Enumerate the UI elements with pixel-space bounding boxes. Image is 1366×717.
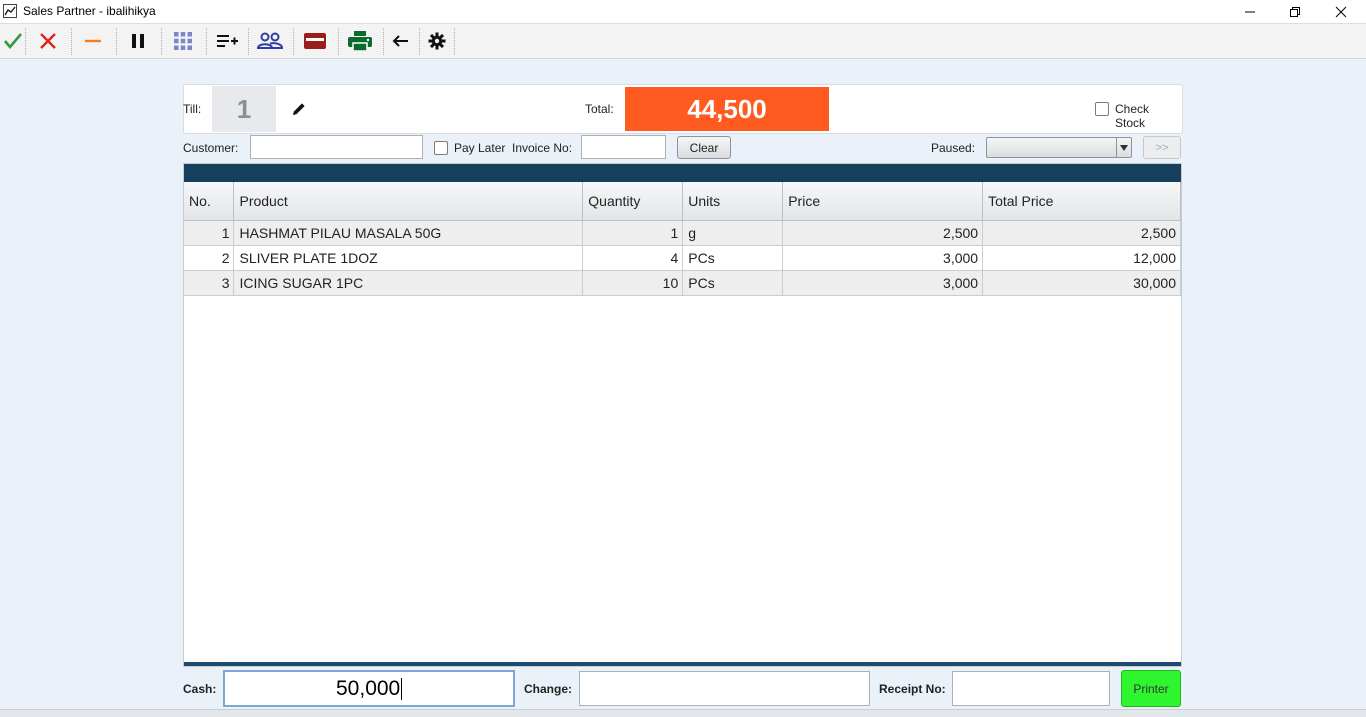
check-stock-checkbox[interactable] xyxy=(1095,102,1109,116)
row-product: ICING SUGAR 1PC xyxy=(233,270,584,296)
clear-button[interactable]: Clear xyxy=(677,136,731,159)
products-grid-button[interactable] xyxy=(166,28,200,54)
row-units: g xyxy=(682,220,784,246)
change-field[interactable] xyxy=(579,671,870,706)
paused-select[interactable] xyxy=(986,137,1132,158)
row-price: 3,000 xyxy=(782,270,984,296)
card-payment-button[interactable] xyxy=(298,28,332,54)
customers-icon xyxy=(257,32,283,49)
column-header-total-price[interactable]: Total Price xyxy=(982,182,1181,221)
sales-panel: Till: 1 Total: 44,500 Check Stock Custom… xyxy=(0,59,1366,709)
row-units: PCs xyxy=(682,245,784,271)
text-caret xyxy=(401,677,403,700)
cash-value: 50,000 xyxy=(336,676,401,700)
close-window-button[interactable] xyxy=(1318,0,1364,23)
add-to-list-button[interactable] xyxy=(210,28,244,54)
customers-button[interactable] xyxy=(253,28,287,54)
invoice-input[interactable] xyxy=(581,135,666,159)
printer-button[interactable]: Printer xyxy=(1121,670,1181,707)
grid-footer-band xyxy=(184,662,1181,666)
return-button[interactable] xyxy=(384,28,418,54)
check-stock-label: Check Stock xyxy=(1115,102,1150,130)
table-header-row: No. Product Quantity Units Price Total P… xyxy=(184,182,1181,221)
restore-button[interactable] xyxy=(1272,0,1318,23)
column-header-units[interactable]: Units xyxy=(682,182,784,221)
toolbar xyxy=(0,24,1366,59)
row-no: 2 xyxy=(184,245,235,271)
edit-till-button[interactable] xyxy=(291,101,307,117)
settings-icon xyxy=(428,32,446,50)
title-bar: Sales Partner - ibalihikya xyxy=(0,0,1366,24)
till-total-panel: Till: 1 Total: 44,500 Check Stock xyxy=(183,84,1183,134)
minus-icon xyxy=(85,39,101,43)
pause-sale-button[interactable] xyxy=(121,28,155,54)
column-header-product[interactable]: Product xyxy=(233,182,584,221)
row-total-price: 12,000 xyxy=(982,245,1181,271)
restore-icon xyxy=(1290,6,1300,17)
pencil-icon xyxy=(293,103,305,115)
customer-input[interactable] xyxy=(250,135,423,159)
row-quantity[interactable]: 4 xyxy=(582,245,684,271)
receipt-no-label: Receipt No: xyxy=(879,682,946,696)
column-header-price[interactable]: Price xyxy=(782,182,984,221)
pay-later-checkbox[interactable] xyxy=(434,141,448,155)
invoice-label: Invoice No: xyxy=(512,141,573,155)
app-chart-icon xyxy=(3,4,17,18)
receipt-no-input[interactable] xyxy=(952,671,1110,706)
row-quantity[interactable]: 1 xyxy=(582,220,684,246)
table-row[interactable]: 1 HASHMAT PILAU MASALA 50G 1 g 2,500 2,5… xyxy=(184,220,1181,246)
print-button[interactable] xyxy=(343,28,377,54)
customer-label: Customer: xyxy=(183,141,239,155)
cancel-sale-button[interactable] xyxy=(31,28,65,54)
minimize-button[interactable] xyxy=(1227,0,1273,23)
settings-button[interactable] xyxy=(420,28,454,54)
table-row[interactable]: 2 SLIVER PLATE 1DOZ 4 PCs 3,000 12,000 xyxy=(184,245,1181,271)
pay-later-label: Pay Later xyxy=(454,141,506,155)
remove-item-button[interactable] xyxy=(76,28,110,54)
till-label: Till: xyxy=(183,102,202,116)
grid-header-band xyxy=(184,164,1181,182)
cash-label: Cash: xyxy=(183,682,217,696)
total-label: Total: xyxy=(585,102,614,116)
row-price: 3,000 xyxy=(782,245,984,271)
till-number: 1 xyxy=(212,86,276,132)
cancel-icon xyxy=(40,33,56,49)
column-header-quantity[interactable]: Quantity xyxy=(582,182,684,221)
sale-items-table: No. Product Quantity Units Price Total P… xyxy=(184,182,1181,296)
resume-paused-button[interactable]: >> xyxy=(1143,136,1181,159)
row-quantity[interactable]: 10 xyxy=(582,270,684,296)
print-icon xyxy=(348,31,372,51)
cash-input[interactable]: 50,000 xyxy=(223,670,515,707)
column-header-no[interactable]: No. xyxy=(184,182,235,221)
row-total-price: 30,000 xyxy=(982,270,1181,296)
grid-icon xyxy=(174,32,192,50)
close-window-icon xyxy=(1335,6,1347,17)
row-total-price: 2,500 xyxy=(982,220,1181,246)
window-title: Sales Partner - ibalihikya xyxy=(23,4,156,18)
paused-label: Paused: xyxy=(931,141,976,155)
row-no: 1 xyxy=(184,220,235,246)
table-row[interactable]: 3 ICING SUGAR 1PC 10 PCs 3,000 30,000 xyxy=(184,270,1181,296)
row-price: 2,500 xyxy=(782,220,984,246)
return-icon xyxy=(392,35,408,47)
row-product: SLIVER PLATE 1DOZ xyxy=(233,245,584,271)
row-no: 3 xyxy=(184,270,235,296)
total-amount: 44,500 xyxy=(625,87,829,131)
minimize-icon xyxy=(1245,11,1255,12)
card-payment-icon xyxy=(304,33,326,49)
paused-dropdown-arrow[interactable] xyxy=(1116,138,1131,157)
checkmark-icon xyxy=(4,33,22,50)
change-label: Change: xyxy=(524,682,572,696)
pause-icon xyxy=(132,34,144,48)
row-units: PCs xyxy=(682,270,784,296)
sale-items-grid: No. Product Quantity Units Price Total P… xyxy=(183,163,1182,667)
chevron-down-icon xyxy=(1120,144,1128,151)
row-product: HASHMAT PILAU MASALA 50G xyxy=(233,220,584,246)
add-list-icon xyxy=(217,35,238,47)
